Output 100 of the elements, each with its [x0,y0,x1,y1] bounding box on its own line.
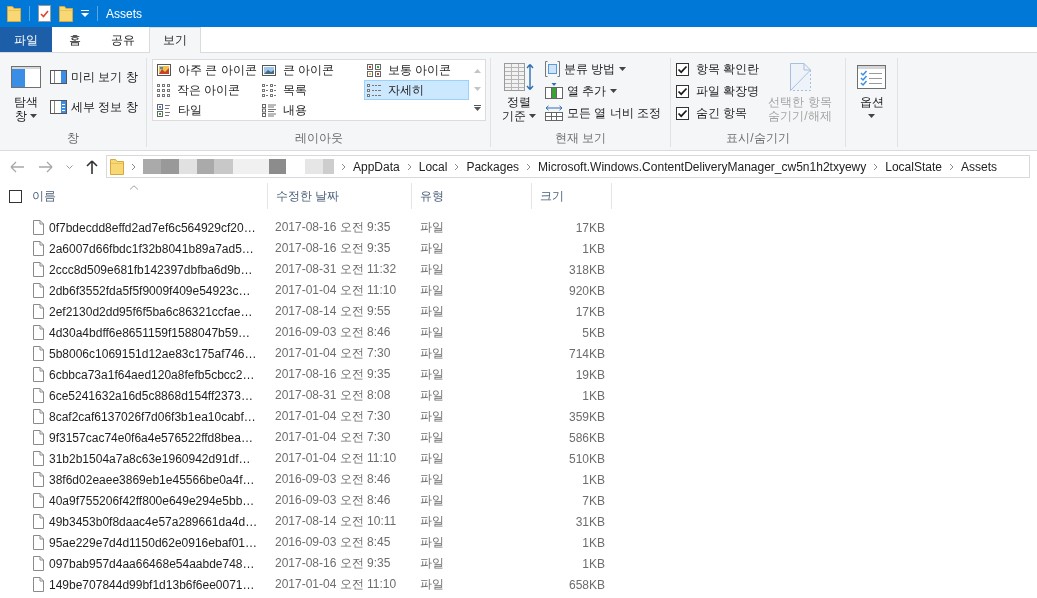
column-header[interactable]: 이름 [0,183,268,209]
file-name[interactable]: 9f3157cac74e0f6a4e576522ffd8bea… [49,430,253,445]
file-name[interactable]: 40a9f755206f42ff800e649e294e5bb… [49,493,255,508]
layout-option[interactable]: 보통 아이콘 [364,60,469,80]
file-size: 1KB [582,535,605,550]
caret-icon [529,114,536,118]
modified-date: 2016-09-03 오전 8:46 [275,472,391,486]
file-name[interactable]: 2ef2130d2dd95f6f5ba6c86321ccfae… [49,304,253,319]
checkbox[interactable] [676,84,689,98]
file-name[interactable]: 38f6d02eaee3869eb1e45566be0a4f… [49,472,255,487]
options-button[interactable]: 옵션 [852,59,891,125]
file-type: 파일 [420,430,444,444]
layout-option[interactable]: 타일 [154,100,259,120]
file-name[interactable]: 097bab957d4aa66468e54aabde748… [49,556,255,571]
path-segment[interactable]: Local [418,159,448,174]
modified-date: 2017-08-16 오전 9:35 [275,556,391,570]
preview-pane-icon [50,70,67,84]
file-icon [33,577,44,592]
path-segment[interactable]: Microsoft.Windows.ContentDeliveryManager_cw5n1h2txyewy [538,159,867,174]
caret-icon[interactable] [81,10,89,17]
modified-date: 2017-08-31 오전 8:08 [275,388,391,402]
square-grid-icon [157,83,170,97]
details-pane-icon [50,100,67,114]
file-icon [33,493,44,508]
modified-date: 2016-09-03 오전 8:46 [275,493,391,507]
file-icon [33,451,44,466]
file-name[interactable]: 95ae229e7d4d1150d62e0916ebaf01… [49,535,257,550]
column-header[interactable]: 크기 [532,183,612,209]
modified-date: 2017-08-16 오전 9:35 [275,241,391,255]
sort-table-icon [504,63,534,91]
view-button[interactable]: 열 추가 [543,81,663,101]
path-segment[interactable]: Packages [466,159,520,174]
file-icon [33,346,44,361]
layout-option[interactable]: 큰 아이콘 [259,60,364,80]
file-name[interactable]: 8caf2caf6137026f7d06f3b1ea10cabf… [49,409,256,424]
content-list-icon [262,103,276,117]
modified-date: 2017-08-14 오전 10:11 [275,514,397,528]
file-icon [33,430,44,445]
window-title: Assets [106,6,142,21]
path-segment[interactable]: LocalState [885,159,942,174]
path-segment[interactable]: Assets [960,159,997,174]
column-header[interactable]: 수정한 날짜 [268,183,412,209]
file-type: 파일 [420,451,444,465]
file-name[interactable]: 6ce5241632a16d5c8868d154ff2373… [49,388,253,403]
address-field[interactable]: AppData Local Packages Microsoft.Windows.ContentDeliveryManager_cw5n1h2txyewy LocalState Assets [106,155,1030,178]
file-icon [33,556,44,571]
file-icon [33,472,44,487]
ribbon-tab[interactable]: 파일 [0,27,52,52]
file-icon [33,304,44,319]
file-name[interactable]: 31b2b1504a7a8c63e1960942d91df… [49,451,251,466]
modified-date: 2016-09-03 오전 8:46 [275,325,391,339]
modified-date: 2017-01-04 오전 11:10 [275,577,397,591]
navigation-pane-button[interactable]: 탐색 창 [6,59,46,125]
folder-icon[interactable] [59,5,73,22]
path-segment[interactable]: AppData [353,159,400,174]
sort-button[interactable]: 정렬 기준 [497,59,541,125]
chevron-down-icon[interactable] [66,164,73,169]
layout-option[interactable]: 목록 [259,80,364,100]
page-check-icon[interactable] [38,5,51,22]
modified-date: 2017-01-04 오전 11:10 [275,283,397,297]
file-name[interactable]: 6cbbca73a1f64aed120a8fefb5cbcc2… [49,367,255,382]
folder-icon[interactable] [7,5,21,22]
ribbon-tab[interactable]: 보기 [149,27,201,53]
checkbox[interactable] [676,106,689,120]
file-name[interactable]: 2db6f3552fda5f5f9009f409e54923c… [49,283,251,298]
file-type: 파일 [420,304,444,318]
view-button[interactable]: 분류 방법 [543,59,663,79]
expand-icon[interactable] [473,105,481,111]
file-size: 359KB [568,409,605,424]
group-label: 창 [67,130,79,146]
modified-date: 2017-01-04 오전 7:30 [275,346,391,360]
file-type: 파일 [420,262,444,276]
up-arrow-icon[interactable] [86,159,98,174]
chevron-right-icon [406,162,412,171]
file-name[interactable]: 2a6007d66fbdc1f32b8041b89a7ad5… [49,241,254,256]
file-name[interactable]: 4d30a4bdff6e8651159f1588047b59… [49,325,251,340]
file-type: 파일 [420,472,444,486]
file-name[interactable]: 0f7bdecdd8effd2ad7ef6c564929cf20… [49,220,256,235]
file-type: 파일 [420,346,444,360]
file-type: 파일 [420,409,444,423]
file-size: 920KB [568,283,605,298]
pane-button[interactable]: 미리 보기 창 [48,67,140,87]
add-column-icon [545,83,563,99]
checkbox[interactable] [676,62,689,76]
layout-option[interactable]: 아주 큰 아이콘 [154,60,259,80]
checkbox[interactable] [9,189,22,203]
pane-button[interactable]: 세부 정보 창 [48,97,140,117]
file-name[interactable]: 149be707844d99bf1d13b6f6ee0071… [49,577,255,592]
layout-option[interactable]: 작은 아이콘 [154,80,259,100]
chevron-right-icon [131,162,136,171]
layout-option[interactable]: 자세히 [364,80,469,100]
view-button[interactable]: 모든 열 너비 조정 [543,103,663,123]
file-name[interactable]: 49b3453b0f8daac4e57a289661da4d… [49,514,258,529]
file-name[interactable]: 5b8006c1069151d12ae83c175af746… [49,346,257,361]
file-size: 510KB [568,451,605,466]
column-header[interactable]: 유형 [412,183,532,209]
tiles-icon [157,103,171,117]
layout-option[interactable]: 내용 [259,100,364,120]
file-name[interactable]: 2ccc8d509e681fb142397dbfba6d9b… [49,262,253,277]
group-label: 표시/숨기기 [726,130,790,146]
